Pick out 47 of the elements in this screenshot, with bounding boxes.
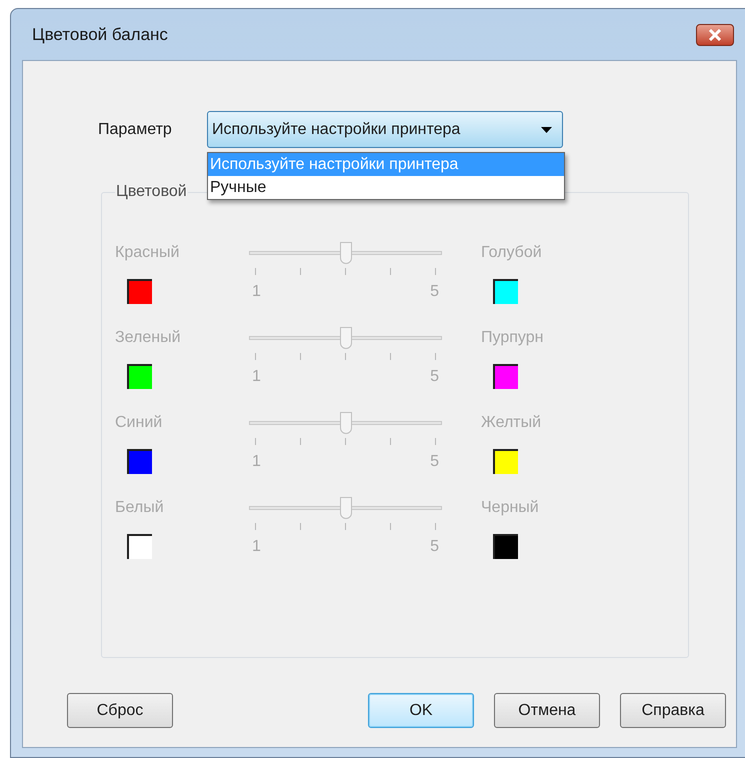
scale-label: 1: [252, 367, 261, 387]
scale-label: 1: [252, 282, 261, 302]
tick-mark: [390, 523, 391, 530]
color-label: Желтый: [481, 413, 542, 433]
tick-mark: [435, 353, 436, 360]
scale-label: 1: [252, 537, 261, 557]
close-icon: [708, 28, 722, 40]
tick-mark: [345, 523, 346, 530]
tick-mark: [435, 523, 436, 530]
color-label: Зеленый: [115, 328, 181, 348]
tick-mark: [390, 438, 391, 445]
dialog-button[interactable]: OK: [368, 693, 474, 728]
window-title: Цветовой баланс: [32, 24, 168, 46]
color-label: Голубой: [481, 243, 542, 263]
tick-mark: [255, 268, 256, 275]
tick-mark: [390, 353, 391, 360]
color-label: Синий: [115, 413, 162, 433]
parameter-dropdown[interactable]: Используйте настройки принтера: [207, 111, 563, 148]
color-label: Пурпурн: [481, 328, 544, 348]
tick-mark: [435, 268, 436, 275]
tick-mark: [345, 268, 346, 275]
scale-label: 5: [430, 282, 439, 302]
close-button[interactable]: [696, 24, 734, 46]
tick-mark: [345, 438, 346, 445]
scale-label: 1: [252, 452, 261, 472]
tick-mark: [300, 438, 301, 445]
dialog-button[interactable]: Отмена: [494, 693, 600, 728]
scale-label: 5: [430, 367, 439, 387]
tick-mark: [300, 523, 301, 530]
tick-mark: [390, 268, 391, 275]
color-label: Черный: [481, 498, 539, 518]
dropdown-option[interactable]: Ручные: [208, 176, 564, 199]
tick-mark: [255, 523, 256, 530]
tick-mark: [300, 353, 301, 360]
color-label: Красный: [115, 243, 180, 263]
dialog-button[interactable]: Справка: [620, 693, 726, 728]
tick-mark: [345, 353, 346, 360]
tick-mark: [255, 353, 256, 360]
tick-mark: [300, 268, 301, 275]
parameter-label: Параметр: [98, 120, 173, 140]
dialog-button[interactable]: Сброс: [67, 693, 173, 728]
color-label: Белый: [115, 498, 164, 518]
dropdown-arrow-icon: [541, 126, 552, 132]
scale-label: 5: [430, 452, 439, 472]
tick-mark: [255, 438, 256, 445]
scale-label: 5: [430, 537, 439, 557]
tick-mark: [435, 438, 436, 445]
